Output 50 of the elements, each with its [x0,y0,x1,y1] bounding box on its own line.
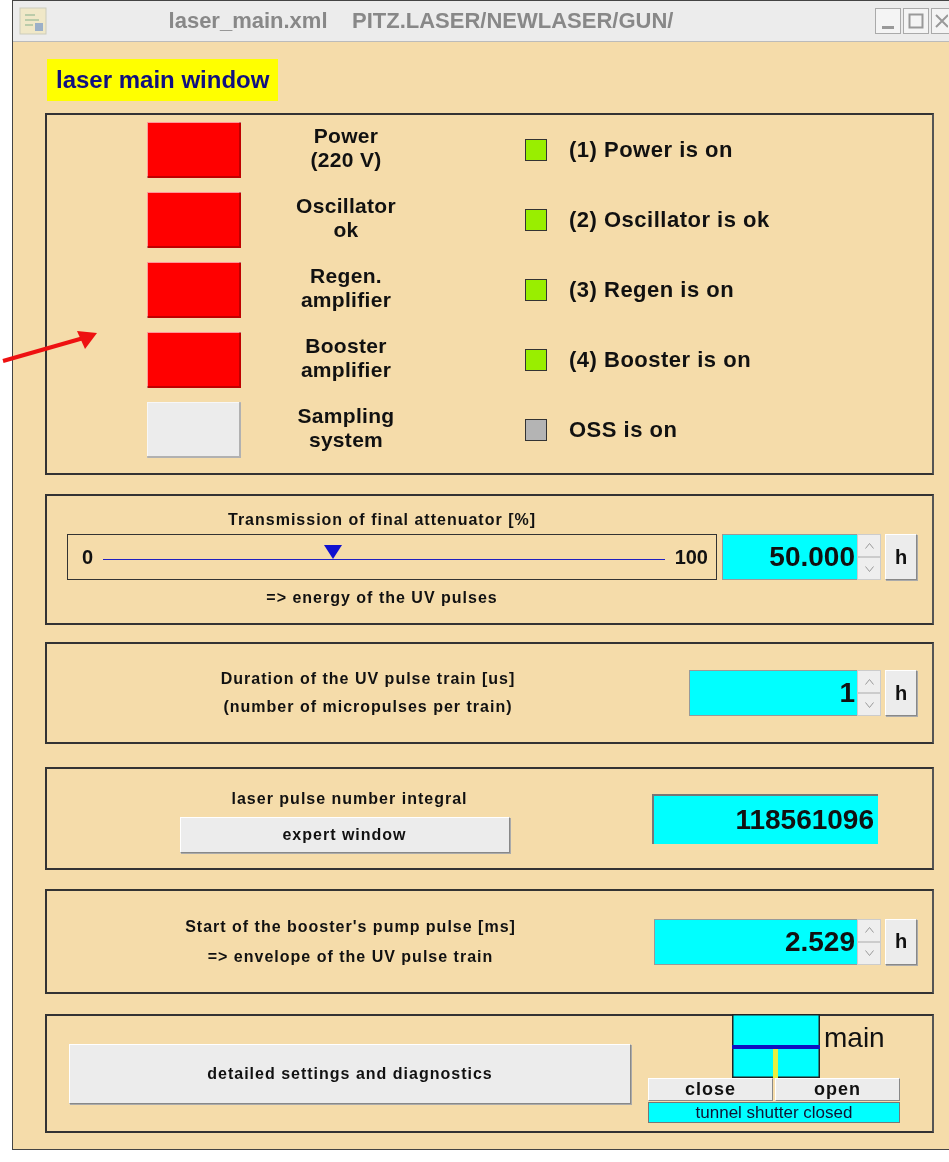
value-field[interactable]: 1 [689,670,857,716]
status-button[interactable] [147,192,241,248]
attenuator-title: Transmission of final attenuator [%] [227,510,537,530]
shutter-status: tunnel shutter closed [648,1102,900,1123]
close-button[interactable] [931,8,949,34]
duration-label: Duration of the UV pulse train [us] (number of micropulses per train) [220,669,516,717]
window-heading: laser main window [47,59,279,101]
booster-label: Start of the booster's pump pulse [ms] => envelope of the UV pulse train [185,916,516,967]
integral-value: 118561096 [652,793,878,844]
history-button[interactable]: h [885,918,917,965]
value-field[interactable]: 50.000 [722,534,857,580]
lamp-label: OSS is on [569,417,678,443]
attenuator-subtitle: => energy of the UV pulses [265,588,499,608]
maximize-button[interactable] [903,8,929,34]
value-field[interactable]: 2.529 [654,918,857,965]
step-down-button[interactable] [857,693,881,716]
window-title: laser_main.xml PITZ.LASER/NEWLASER/GUN/ [167,8,675,34]
history-button[interactable]: h [885,534,917,580]
status-label: Sampling system [296,404,396,452]
status-label: Power (220 V) [309,124,383,172]
lamp-label: (1) Power is on [569,137,733,163]
slider-min-label: 0 [82,545,94,569]
expert-window-button[interactable]: expert window [179,816,510,853]
status-label: Regen. amplifier [299,264,393,312]
close-shutter-button[interactable]: close [648,1078,773,1101]
history-button[interactable]: h [885,670,917,716]
status-label: Oscillator ok [295,194,397,242]
minimize-button[interactable] [875,8,901,34]
step-up-button[interactable] [857,534,881,557]
status-button[interactable] [147,122,241,178]
lamp-label: (2) Oscillator is ok [569,207,770,233]
app-icon [19,7,47,35]
open-shutter-button[interactable]: open [775,1078,900,1101]
minimize-icon [882,26,894,29]
status-button[interactable] [147,262,241,318]
lamp-label: (3) Regen is on [569,277,735,303]
step-up-button[interactable] [857,918,881,942]
status-label: Booster amplifier [299,334,393,382]
integral-label: laser pulse number integral [231,788,468,809]
step-down-button[interactable] [857,941,881,965]
maximize-icon [908,13,924,29]
detailed-settings-button[interactable]: detailed settings and diagnostics [69,1043,631,1104]
status-button[interactable] [147,402,241,458]
status-button[interactable] [147,332,241,388]
step-up-button[interactable] [857,670,881,693]
shutter-name: main [823,1021,886,1055]
close-icon [933,13,948,29]
lamp-label: (4) Booster is on [569,347,752,373]
step-down-button[interactable] [857,557,881,580]
slider-max-label: 100 [674,545,708,569]
